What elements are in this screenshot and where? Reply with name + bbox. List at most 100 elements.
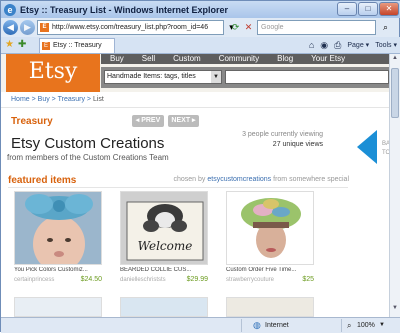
address-row: ◀ ▶ E http://www.etsy.com/treasury_list.… xyxy=(1,18,400,37)
search-icon[interactable]: ⌕ xyxy=(378,20,393,35)
chevron-down-icon[interactable]: ▼ xyxy=(379,318,385,333)
etsy-logo[interactable]: Etsy xyxy=(6,54,100,92)
status-divider xyxy=(241,319,242,332)
item-price: $25 xyxy=(302,276,314,283)
search-category-select[interactable]: Handmade Items: tags, titles ▼ xyxy=(104,70,222,84)
dog-welcome-sign: Welcome xyxy=(121,192,207,264)
status-divider xyxy=(341,319,342,332)
stop-icon[interactable]: ✕ xyxy=(242,21,255,34)
item-shop[interactable]: strawberrycouture xyxy=(226,277,274,283)
nav-your-etsy[interactable]: Your Etsy xyxy=(302,54,354,64)
unique-views: 27 unique views xyxy=(272,141,323,148)
breadcrumb-list: List xyxy=(92,96,104,103)
nav-custom[interactable]: Custom xyxy=(164,54,210,64)
item-name[interactable]: Custom Order Five Time... xyxy=(226,267,314,273)
close-button[interactable]: ✕ xyxy=(379,2,399,16)
etsy-favicon-icon: E xyxy=(42,42,50,50)
nav-sell[interactable]: Sell xyxy=(133,54,164,64)
etsy-top-nav: Buy Sell Custom Community Blog Your Etsy xyxy=(101,54,389,64)
side-label: BA TO xyxy=(382,140,389,158)
baby-with-bow-photo xyxy=(15,192,101,264)
search-input[interactable]: Google xyxy=(257,20,376,35)
item-card[interactable]: Custom Order Five Time... strawberrycout… xyxy=(220,191,314,287)
nav-buy[interactable]: Buy xyxy=(101,54,133,64)
scroll-thumb[interactable] xyxy=(391,68,399,118)
add-favorites-icon[interactable]: ✚ xyxy=(18,39,26,50)
etsy-favicon-icon: E xyxy=(40,23,49,32)
scroll-down-icon[interactable]: ▼ xyxy=(390,305,400,316)
item-name[interactable]: You Pick Colors Customiz... xyxy=(14,267,102,273)
page-content: Etsy Buy Sell Custom Community Blog Your… xyxy=(1,54,389,317)
back-arrow-icon[interactable] xyxy=(355,130,379,164)
item-image[interactable]: Welcome xyxy=(120,191,208,265)
item-image-partial[interactable] xyxy=(14,297,102,317)
tab-row: ★ ✚ E Etsy :: Treasury List ⌂ ◉ ⎙ Page ▾… xyxy=(1,37,400,63)
zoom-icon[interactable]: ⌕ xyxy=(347,318,351,333)
chosen-place: somewhere special xyxy=(289,176,349,183)
chosen-by-prefix: chosen by xyxy=(173,176,206,183)
globe-icon: ◍ xyxy=(253,320,261,330)
etsy-header: Etsy Buy Sell Custom Community Blog Your… xyxy=(1,54,389,92)
maximize-button[interactable]: □ xyxy=(358,2,378,16)
chevron-down-icon: ▼ xyxy=(211,71,221,83)
side-label-2: TO xyxy=(382,150,389,156)
title-bar: e Etsy :: Treasury List - Windows Intern… xyxy=(1,1,400,18)
window-title: Etsy :: Treasury List - Windows Internet… xyxy=(20,4,228,15)
print-icon[interactable]: ⎙ xyxy=(334,39,341,52)
item-name[interactable]: BEARDED COLLIE CUS... xyxy=(120,267,208,273)
divider xyxy=(1,107,389,108)
tools-menu-label: Tools xyxy=(375,42,392,49)
favorites-star-icon[interactable]: ★ xyxy=(5,39,14,50)
knit-hat-mannequin xyxy=(227,192,313,264)
address-bar[interactable]: E http://www.etsy.com/treasury_list.php?… xyxy=(37,20,224,35)
chosen-from: from xyxy=(273,176,288,183)
search-category-value: Handmade Items: tags, titles xyxy=(107,73,196,80)
breadcrumb-buy[interactable]: Buy xyxy=(38,96,50,103)
etsy-search-input[interactable] xyxy=(225,70,389,84)
feeds-icon[interactable]: ◉ xyxy=(320,39,328,52)
refresh-icon[interactable]: ⟳ xyxy=(229,21,242,34)
minimize-button[interactable]: – xyxy=(337,2,357,16)
breadcrumb: Home > Buy > Treasury > List xyxy=(11,96,104,103)
browser-window: e Etsy :: Treasury List - Windows Intern… xyxy=(0,0,400,333)
prev-button[interactable]: ◂ PREV xyxy=(132,115,164,127)
svg-text:Welcome: Welcome xyxy=(138,239,193,253)
item-shop[interactable]: danielleschriststs xyxy=(120,277,166,283)
item-card[interactable]: You Pick Colors Customiz... certainprinc… xyxy=(8,191,102,287)
page-menu[interactable]: Page ▾ xyxy=(347,39,369,52)
item-image-partial[interactable] xyxy=(226,297,314,317)
vertical-scrollbar[interactable]: ▲ ▼ xyxy=(389,54,400,317)
ie-icon: e xyxy=(4,3,16,16)
tools-menu[interactable]: Tools ▾ xyxy=(375,39,397,52)
item-price: $24.50 xyxy=(80,276,102,283)
scroll-up-icon[interactable]: ▲ xyxy=(390,55,400,66)
item-image[interactable] xyxy=(14,191,102,265)
zoom-level[interactable]: 100% xyxy=(357,318,375,333)
chosen-by-line: chosen by etsycustomcreations from somew… xyxy=(161,176,349,183)
page-menu-label: Page xyxy=(347,42,364,49)
side-label-1: BA xyxy=(382,141,389,147)
item-price: $29.99 xyxy=(186,276,208,283)
next-button[interactable]: NEXT ▸ xyxy=(168,115,199,127)
tab-etsy[interactable]: E Etsy :: Treasury List xyxy=(39,38,115,63)
item-card[interactable]: Welcome BEARDED COLLIE CUS... daniellesc… xyxy=(114,191,208,287)
breadcrumb-treasury[interactable]: Treasury xyxy=(58,96,85,103)
back-icon[interactable]: ◀ xyxy=(3,20,18,35)
item-shop[interactable]: certainprincess xyxy=(14,277,54,283)
address-url: http://www.etsy.com/treasury_list.php?ro… xyxy=(52,24,209,31)
status-bar: ◍ Internet ⌕ 100% ▼ xyxy=(1,317,400,333)
status-zone: Internet xyxy=(265,322,289,329)
divider xyxy=(8,187,348,188)
chosen-by-user-link[interactable]: etsycustomcreations xyxy=(207,176,271,183)
viewing-count: 3 people currently viewing xyxy=(242,131,323,138)
etsy-search-bar: Handmade Items: tags, titles ▼ xyxy=(101,67,389,88)
breadcrumb-home[interactable]: Home xyxy=(11,96,30,103)
prev-label: PREV xyxy=(141,117,161,124)
nav-community[interactable]: Community xyxy=(210,54,268,64)
item-image-partial[interactable] xyxy=(120,297,208,317)
home-icon[interactable]: ⌂ xyxy=(309,39,314,52)
item-image[interactable] xyxy=(226,191,314,265)
featured-items-heading: featured items xyxy=(8,175,77,186)
forward-icon[interactable]: ▶ xyxy=(20,20,35,35)
nav-blog[interactable]: Blog xyxy=(268,54,302,64)
